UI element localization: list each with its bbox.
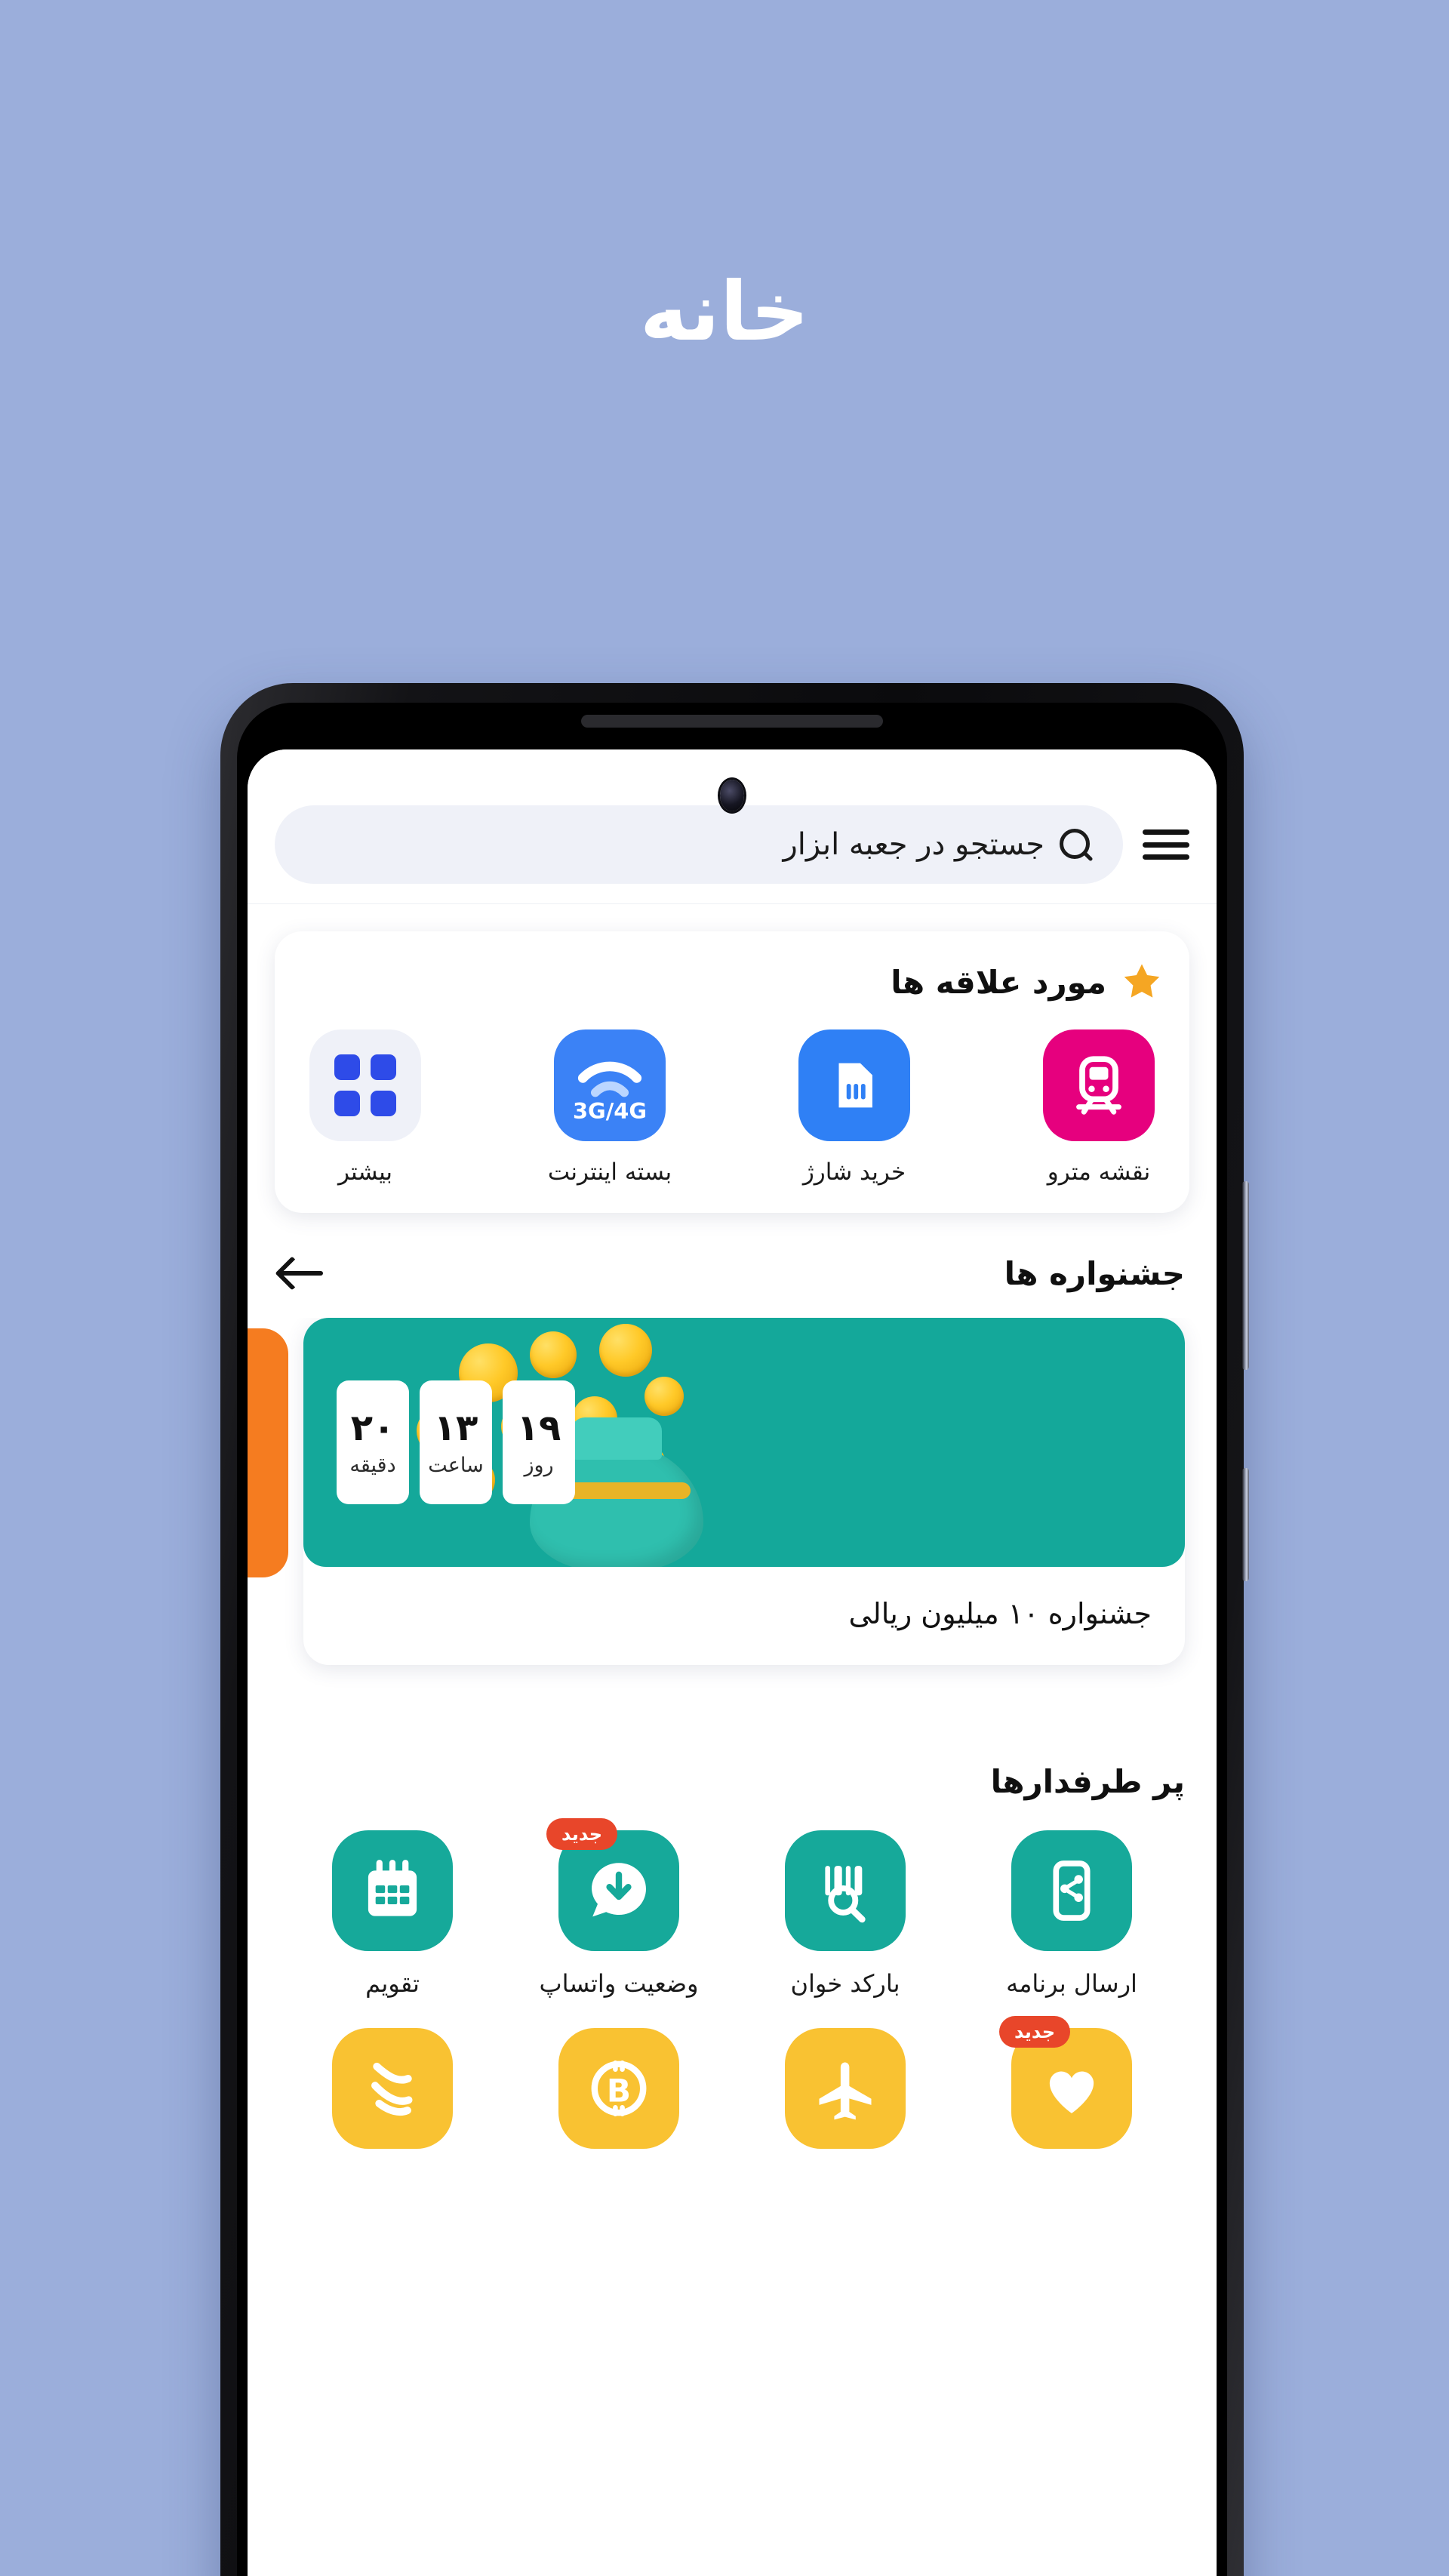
carousel-peek-card[interactable] — [248, 1328, 288, 1577]
popular-item-whatsapp-status[interactable]: جدید وضعیت واتساپ — [532, 1817, 706, 1998]
phone-body: جستجو در جعبه ابزار مورد علاقه ها نقشه م… — [237, 703, 1227, 2576]
hands-heart-icon: جدید — [999, 2015, 1132, 2149]
grid-dot — [371, 1054, 396, 1080]
volume-button[interactable] — [1242, 1181, 1249, 1370]
popular-item-share-app[interactable]: ارسال برنامه — [985, 1830, 1158, 1998]
barcode-scanner-icon — [785, 1830, 906, 1951]
app-content: مورد علاقه ها نقشه مترو خرید شارژ 3G/4G … — [248, 931, 1217, 2167]
countdown-value: ۲۰ — [350, 1407, 395, 1450]
earpiece-speaker — [581, 715, 883, 728]
favorite-tile-label: بسته اینترنت — [547, 1159, 672, 1186]
airplane-icon — [785, 2027, 906, 2149]
grid-dot — [371, 1091, 396, 1116]
arrow-left-icon[interactable] — [279, 1258, 326, 1288]
bitcoin-icon: B — [558, 2027, 679, 2149]
calendar-icon — [332, 1830, 453, 1951]
popular-item-hands-heart[interactable]: جدید — [985, 2015, 1158, 2167]
search-icon — [1060, 829, 1091, 860]
phone-screen: جستجو در جعبه ابزار مورد علاقه ها نقشه م… — [248, 749, 1217, 2576]
svg-text:B: B — [607, 2072, 631, 2109]
countdown-days: ۱۹ روز — [503, 1380, 575, 1504]
countdown-minutes: ۲۰ دقیقه — [337, 1380, 409, 1504]
popular-item-label: ارسال برنامه — [1006, 1968, 1137, 1998]
popular-item-label: وضعیت واتساپ — [539, 1968, 699, 1998]
festival-caption: جشنواره ۱۰ میلیون ریالی — [848, 1596, 1152, 1630]
favorite-tile-label: خرید شارژ — [802, 1159, 906, 1186]
hamburger-menu-icon[interactable] — [1143, 826, 1189, 863]
festivals-title: جشنواره ها — [1004, 1254, 1185, 1292]
favorite-tile-label: بیشتر — [337, 1159, 393, 1186]
favorite-tile-label: نقشه مترو — [1047, 1159, 1151, 1186]
countdown-unit: ساعت — [428, 1454, 484, 1478]
menu-line — [1143, 854, 1189, 860]
favorites-title: مورد علاقه ها — [891, 963, 1106, 1001]
popular-item-gesture[interactable] — [306, 2027, 479, 2167]
favorite-tile-charge[interactable]: خرید شارژ — [789, 1029, 919, 1187]
festival-card[interactable]: ۲۰ دقیقه ۱۳ ساعت ۱۹ روز جشنواره ۱۰ میلیو… — [303, 1317, 1185, 1665]
svg-text:3G/4G: 3G/4G — [573, 1098, 647, 1124]
countdown-value: ۱۳ — [433, 1407, 478, 1450]
countdown-value: ۱۹ — [516, 1407, 561, 1450]
new-badge: جدید — [999, 2015, 1071, 2048]
popular-item-bitcoin[interactable]: B — [532, 2027, 706, 2167]
star-icon — [1124, 964, 1160, 998]
page-title: خانه — [639, 265, 810, 359]
grid-dot — [334, 1054, 360, 1080]
app-header: جستجو در جعبه ابزار — [248, 749, 1217, 904]
festival-banner: ۲۰ دقیقه ۱۳ ساعت ۱۹ روز — [303, 1317, 1185, 1567]
menu-line — [1143, 842, 1189, 848]
coin-icon — [599, 1323, 652, 1377]
coin-icon — [645, 1376, 684, 1416]
favorite-tile-metro[interactable]: نقشه مترو — [1034, 1029, 1164, 1187]
whatsapp-status-download-icon: جدید — [546, 1817, 679, 1951]
coin-icon — [530, 1331, 577, 1378]
wifi-3g-4g-icon: 3G/4G — [554, 1029, 666, 1141]
popular-item-airplane[interactable] — [758, 2027, 932, 2167]
gesture-icon — [332, 2027, 453, 2149]
favorites-header: مورد علاقه ها — [300, 960, 1164, 1004]
share-app-icon — [1011, 1830, 1132, 1951]
search-placeholder: جستجو در جعبه ابزار — [783, 827, 1044, 862]
countdown-hours: ۱۳ ساعت — [420, 1380, 492, 1504]
favorites-tiles: نقشه مترو خرید شارژ 3G/4G بسته اینترنت ب… — [300, 1029, 1164, 1187]
new-badge: جدید — [546, 1817, 618, 1850]
popular-item-label: بارکد خوان — [790, 1968, 900, 1998]
countdown-unit: دقیقه — [349, 1454, 396, 1478]
festivals-section: جشنواره ها ۲۰ دقیقه ۱۳ ساعت ۱۹ روز جشنوا… — [248, 1255, 1217, 1740]
popular-item-barcode-scanner[interactable]: بارکد خوان — [758, 1830, 932, 1998]
phone-mockup: جستجو در جعبه ابزار مورد علاقه ها نقشه م… — [220, 683, 1249, 2576]
festivals-carousel[interactable]: ۲۰ دقیقه ۱۳ ساعت ۱۹ روز جشنواره ۱۰ میلیو… — [248, 1317, 1217, 1740]
popular-section: پر طرفدارها ارسال برنامه بارکد خوان جدید… — [248, 1763, 1217, 2167]
popular-item-calendar[interactable]: تقویم — [306, 1830, 479, 1998]
festivals-header: جشنواره ها — [248, 1255, 1217, 1292]
sim-card-icon — [798, 1029, 910, 1141]
grid-dots-icon — [309, 1029, 421, 1141]
grid-dot — [334, 1091, 360, 1116]
front-camera-icon — [720, 780, 744, 811]
countdown-unit: روز — [524, 1454, 554, 1478]
favorites-card: مورد علاقه ها نقشه مترو خرید شارژ 3G/4G … — [275, 931, 1189, 1213]
popular-item-label: تقویم — [365, 1968, 420, 1998]
favorite-tile-more[interactable]: بیشتر — [300, 1029, 430, 1187]
menu-line — [1143, 829, 1189, 835]
festival-countdown: ۲۰ دقیقه ۱۳ ساعت ۱۹ روز — [337, 1380, 575, 1504]
favorite-tile-internet[interactable]: 3G/4G بسته اینترنت — [545, 1029, 675, 1187]
metro-train-icon — [1043, 1029, 1155, 1141]
search-input[interactable]: جستجو در جعبه ابزار — [275, 805, 1123, 884]
popular-grid: ارسال برنامه بارکد خوان جدید وضعیت واتسا… — [279, 1817, 1185, 2167]
popular-title: پر طرفدارها — [990, 1762, 1185, 1800]
power-button[interactable] — [1242, 1468, 1249, 1581]
